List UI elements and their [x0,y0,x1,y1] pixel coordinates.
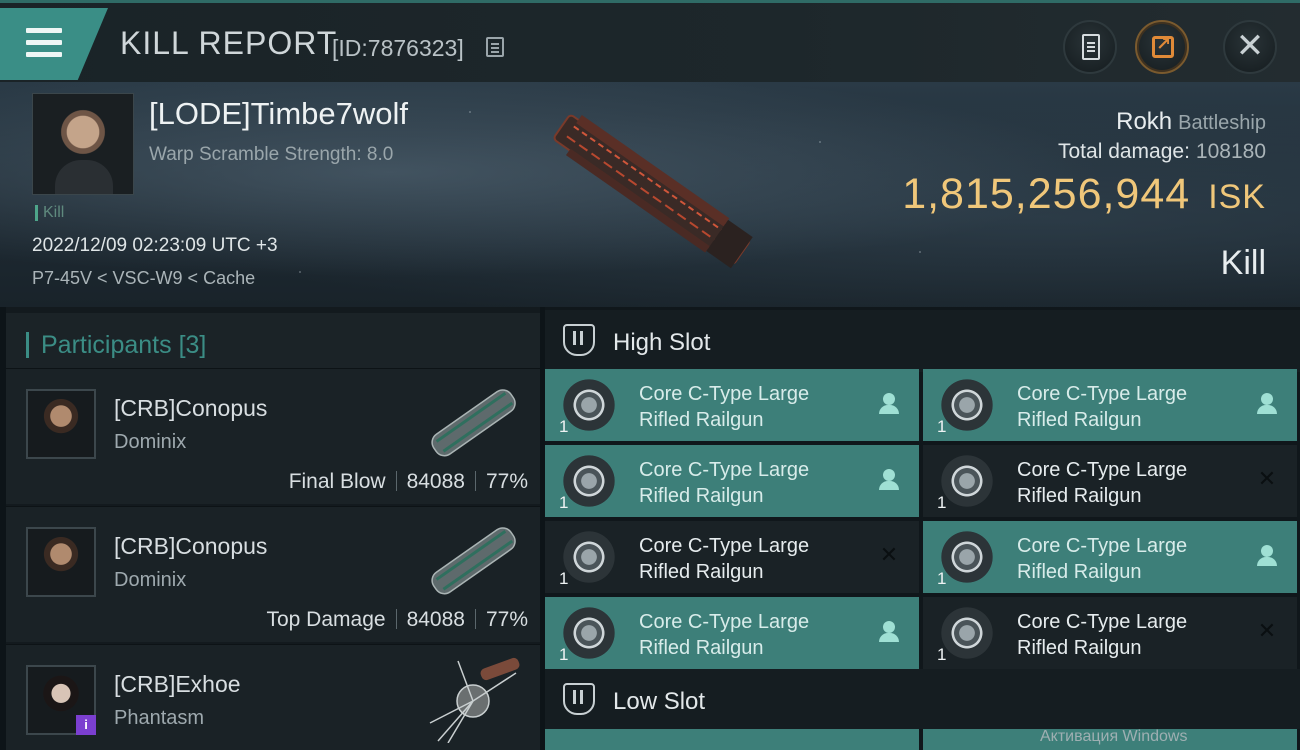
fittings-panel: High Slot 1 Core C-Type Large Rifled Rai… [545,307,1300,750]
dropped-user-icon [877,391,901,415]
close-icon: ✕ [1235,27,1265,65]
participant-name: [CRB]Conopus [114,533,268,559]
participants-header: Participants [3] [6,313,540,369]
module-slot[interactable]: 1 Core C-Type Large Rifled Railgun ✕ [923,445,1297,517]
participant-ship-image [431,527,516,595]
share-button[interactable] [1135,20,1189,74]
module-quantity: 1 [559,569,569,588]
module-name: Core C-Type Large Rifled Railgun [1017,611,1188,659]
menu-button[interactable] [0,8,108,80]
module-slot[interactable]: 1 Core C-Type Large Rifled Railgun [545,445,919,517]
participant-role: Final Blow [288,470,386,493]
participant-percent: 77% [485,470,528,493]
participant-damage: 84088 [406,608,465,631]
module-name: Core C-Type Large Rifled Railgun [1017,535,1188,583]
dropped-user-icon [877,467,901,491]
destroyed-x-icon: ✕ [1257,618,1277,643]
kill-status: Kill [1220,244,1266,282]
total-damage: Total damage: 108180 [1058,140,1266,163]
share-icon [1152,34,1174,58]
dropped-user-icon [1255,391,1279,415]
avatar[interactable]: i [26,665,96,735]
module-name: Core C-Type Large Rifled Railgun [639,383,810,431]
participant-ship: Dominix [114,431,187,453]
module-name: Core C-Type Large Rifled Railgun [1017,459,1188,507]
low-slot-title: Low Slot [613,688,706,715]
high-slot-title: High Slot [613,329,711,356]
module-quantity: 1 [937,493,947,512]
module-name: Core C-Type Large Rifled Railgun [639,611,810,659]
os-activation-watermark: Активация Windows [1040,728,1188,745]
kill-location[interactable]: P7-45V < VSC-W9 < Cache [32,268,255,289]
module-slot[interactable] [545,729,919,750]
module-quantity: 1 [559,645,569,664]
clipboard-button[interactable] [1063,20,1117,74]
module-slot[interactable]: 1 Core C-Type Large Rifled Railgun [545,369,919,441]
close-button[interactable]: ✕ [1223,20,1277,74]
menu-icon [26,28,62,58]
module-name: Core C-Type Large Rifled Railgun [1017,383,1188,431]
participant-ship: Phantasm [114,707,205,729]
participant-percent: 77% [485,608,528,631]
kill-timestamp: 2022/12/09 02:23:09 UTC +3 [32,235,278,256]
high-slot-header: High Slot [545,310,1300,372]
kill-tag: Kill [35,205,64,221]
avatar[interactable] [26,527,96,597]
victim-portrait[interactable] [32,93,134,195]
participant-role: Top Damage [266,608,386,631]
module-slot[interactable]: 1 Core C-Type Large Rifled Railgun ✕ [923,597,1297,669]
module-slot[interactable]: 1 Core C-Type Large Rifled Railgun ✕ [545,521,919,593]
avatar[interactable] [26,389,96,459]
participant-stats: Final Blow 84088 77% [289,470,528,494]
report-id: [ID:7876323] [332,35,464,61]
participants-title: Participants [41,331,172,359]
module-slot[interactable]: 1 Core C-Type Large Rifled Railgun [923,369,1297,441]
low-slot-icon [563,683,595,715]
module-name: Core C-Type Large Rifled Railgun [639,459,810,507]
dropped-user-icon [1255,543,1279,567]
module-quantity: 1 [559,417,569,436]
low-slot-header: Low Slot [545,669,1300,729]
module-slot[interactable]: 1 Core C-Type Large Rifled Railgun [545,597,919,669]
clipboard-icon [1082,34,1100,60]
destroyed-x-icon: ✕ [1257,466,1277,491]
module-quantity: 1 [937,417,947,436]
participants-count: [3] [178,331,207,359]
participant-stats: Top Damage 84088 77% [266,608,528,632]
module-name: Core C-Type Large Rifled Railgun [639,535,810,583]
victim-ship-name[interactable]: Rokh Battleship [1116,108,1266,136]
participants-panel: Participants [3] [CRB]Conopus Dominix Fi… [6,307,540,750]
participant-ship-image [429,657,520,743]
dropped-user-icon [877,619,901,643]
participant-name: [CRB]Exhoe [114,671,241,697]
info-badge-icon: i [76,715,96,735]
high-slot-icon [563,324,595,356]
module-quantity: 1 [937,569,947,588]
copy-icon[interactable] [486,37,504,57]
isk-value: 1,815,256,944 ISK [902,170,1266,218]
participant-ship-image [431,389,516,457]
participant-row[interactable]: [CRB]Conopus Dominix Top Damage 84088 77% [6,506,540,642]
participant-row[interactable]: [CRB]Conopus Dominix Final Blow 84088 77% [6,368,540,504]
page-title: KILL REPORT [120,25,338,61]
victim-ship-image [553,114,753,269]
participant-row[interactable]: i [CRB]Exhoe Phantasm [6,644,540,750]
warp-scramble-strength: Warp Scramble Strength: 8.0 [149,144,394,165]
participant-damage: 84088 [406,470,465,493]
participant-ship: Dominix [114,569,187,591]
top-bar: KILL REPORT [ID:7876323] ✕ [0,0,1300,82]
module-slot[interactable]: 1 Core C-Type Large Rifled Railgun [923,521,1297,593]
victim-name[interactable]: [LODE]Timbe7wolf [149,96,408,132]
module-quantity: 1 [937,645,947,664]
destroyed-x-icon: ✕ [879,542,899,567]
module-quantity: 1 [559,493,569,512]
victim-banner: [LODE]Timbe7wolf Warp Scramble Strength:… [0,82,1300,307]
participant-name: [CRB]Conopus [114,395,268,421]
